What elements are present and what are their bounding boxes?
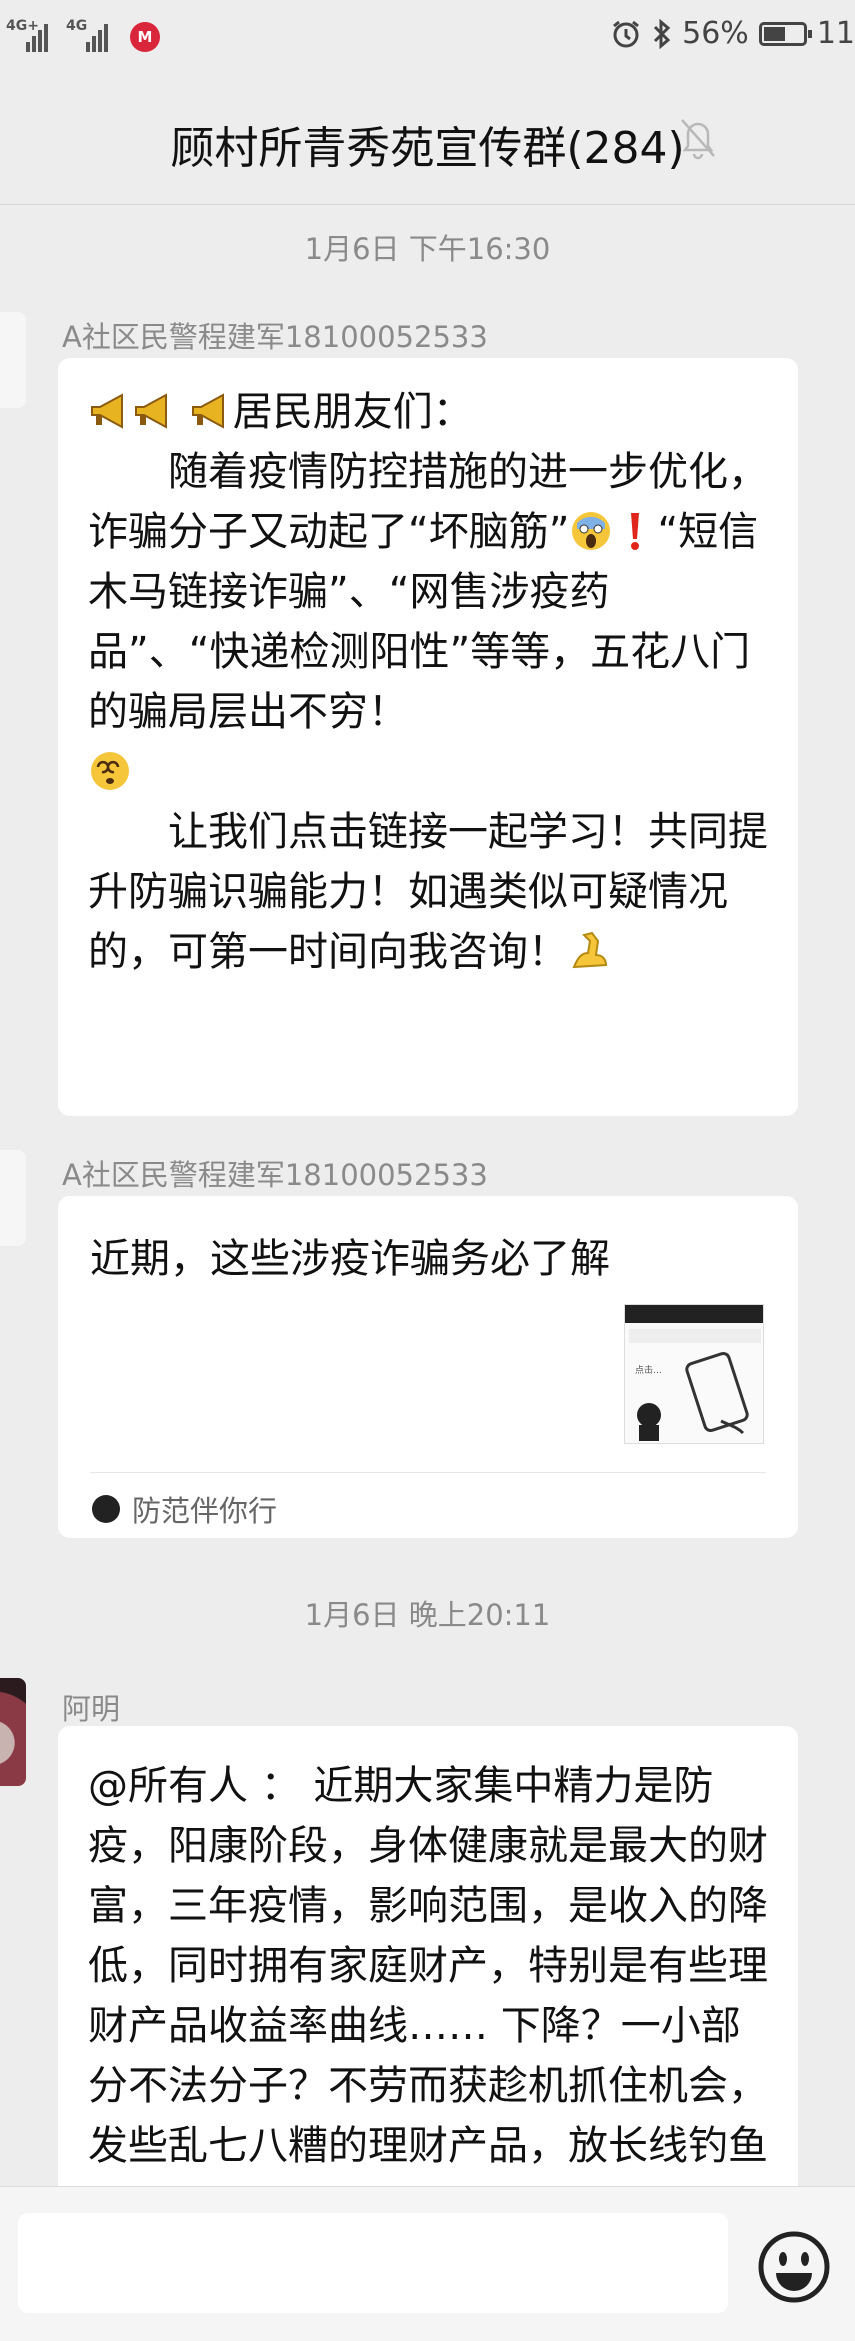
greeting-text: 居民朋友们： — [232, 389, 473, 435]
message-text: 居民朋友们： 随着疫情防控措施的进一步优化，诈骗分子又动起了“坏脑筋” “短信木马… — [58, 358, 798, 1002]
network-type-label-2: 4G — [66, 18, 88, 34]
message-input[interactable] — [18, 2213, 728, 2313]
body-text-c: 让我们点击链接一起学习！共同提升防骗识骗能力！如遇类似可疑情况的，可第一时间向我… — [88, 809, 768, 975]
message-text: @所有人 ： 近期大家集中精力是防疫，阳康阶段，身体健康就是最大的财富，三年疫情… — [88, 1763, 768, 2229]
divider — [90, 1472, 766, 1473]
link-title: 近期，这些涉疫诈骗务必了解 — [90, 1236, 610, 1282]
chat-header: 顾村所青秀苑宣传群(284) — [0, 72, 855, 205]
sender-name: A社区民警程建军18100052533 — [62, 1158, 488, 1192]
status-bar: 4G+ 4G M 56% 11 — [0, 0, 855, 72]
smile-face-icon[interactable] — [756, 2229, 832, 2305]
time-separator: 1月6日 晚上20:11 — [304, 1598, 551, 1632]
avatar[interactable] — [0, 312, 26, 408]
source-logo-icon — [92, 1495, 120, 1523]
dizzy-face-icon — [91, 752, 129, 790]
megaphone-icon — [135, 393, 167, 429]
megaphone-icon — [191, 393, 224, 429]
time-separator: 1月6日 下午16:30 — [304, 232, 551, 266]
flexed-bicep-icon — [572, 931, 608, 969]
clock-time: 11 — [816, 16, 855, 51]
message-bubble[interactable]: 居民朋友们： 随着疫情防控措施的进一步优化，诈骗分子又动起了“坏脑筋” “短信木马… — [58, 358, 798, 1116]
source-name: 防范伴你行 — [132, 1494, 278, 1528]
link-source: 防范伴你行 — [92, 1488, 277, 1530]
network-type-label: 4G+ — [6, 18, 39, 34]
alarm-icon — [613, 20, 640, 47]
svg-text:点击…: 点击… — [635, 1364, 662, 1376]
app-notification-icon: M — [130, 22, 160, 52]
battery-percent: 56% — [682, 16, 749, 51]
input-bar — [0, 2186, 855, 2341]
signal-strength-icon-2: 4G — [66, 18, 120, 52]
sender-name: 阿明 — [62, 1692, 121, 1726]
avatar[interactable] — [0, 1150, 26, 1246]
scream-emoji-icon — [572, 512, 611, 550]
megaphone-icon — [91, 393, 123, 429]
chat-title[interactable]: 顾村所青秀苑宣传群(284) — [0, 112, 855, 176]
avatar[interactable] — [0, 1678, 26, 1786]
sender-name: A社区民警程建军18100052533 — [62, 320, 488, 354]
message-bubble[interactable]: @所有人 ： 近期大家集中精力是防疫，阳康阶段，身体健康就是最大的财富，三年疫情… — [58, 1726, 798, 2246]
exclamation-icon — [631, 513, 640, 550]
bell-muted-icon — [681, 119, 715, 160]
link-card[interactable]: 近期，这些涉疫诈骗务必了解 点击… 防范伴你行 — [58, 1196, 798, 1538]
link-thumbnail: 点击… — [624, 1304, 764, 1444]
battery-icon — [758, 21, 812, 46]
signal-strength-icon: 4G+ — [6, 18, 60, 52]
bluetooth-icon — [654, 18, 671, 49]
